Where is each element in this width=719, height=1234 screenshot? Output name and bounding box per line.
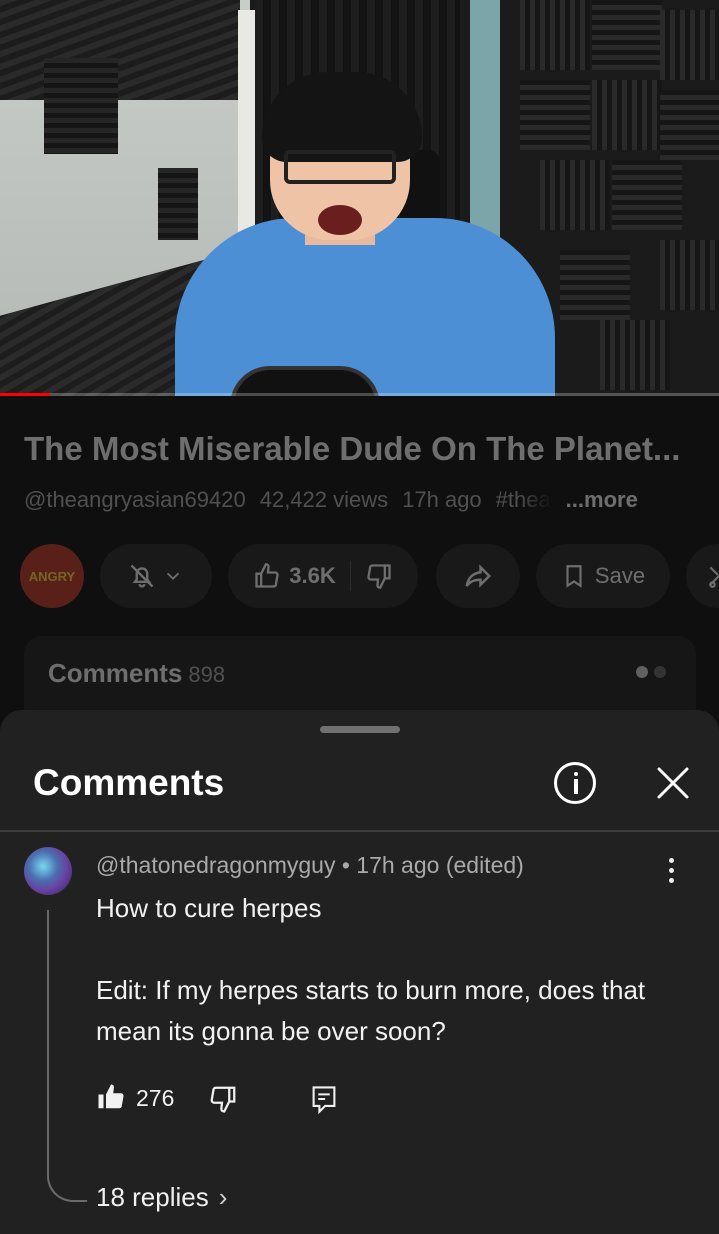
comment-header: @thatonedragonmyguy • 17h ago (edited) (96, 852, 524, 879)
comments-count: 898 (188, 662, 226, 687)
upload-age: 17h ago (402, 487, 482, 512)
channel-handle[interactable]: @theangryasian69420 (24, 487, 246, 512)
like-count: 3.6K (289, 563, 336, 588)
comment-author[interactable]: @thatonedragonmyguy (96, 852, 335, 878)
share-button[interactable] (436, 544, 520, 608)
share-icon (465, 564, 492, 588)
view-count: 42,422 views (259, 487, 389, 512)
chevron-down-icon (166, 572, 180, 581)
video-meta-row[interactable]: @theangryasian69420 42,422 views 17h ago #t… (24, 487, 652, 513)
thumbs-down-icon[interactable] (208, 1084, 238, 1114)
comment-time: 17h ago (edited) (356, 852, 524, 878)
microphone (230, 366, 380, 396)
thread-line (47, 910, 87, 1202)
save-button[interactable]: Save (536, 544, 670, 608)
sheet-drag-handle[interactable] (320, 726, 400, 733)
clip-button[interactable] (686, 544, 719, 608)
scissors-icon (709, 566, 719, 588)
commenter-avatar[interactable] (24, 847, 72, 895)
sheet-divider (0, 830, 719, 832)
video-title[interactable]: The Most Miserable Dude On The Planet... (24, 430, 714, 468)
reply-icon[interactable] (310, 1084, 338, 1114)
view-replies-link[interactable]: 18 replies › (96, 1182, 227, 1213)
subscribe-notification-button[interactable] (100, 544, 212, 608)
comment-line-1: How to cure herpes (96, 893, 322, 923)
bell-off-icon (130, 564, 154, 588)
chevron-right-icon: › (218, 1182, 228, 1212)
info-button[interactable] (554, 762, 596, 804)
thumbs-down-icon[interactable] (365, 562, 393, 590)
carousel-dot-active (636, 666, 648, 678)
comment-line-2: Edit: If my herpes starts to burn more, … (96, 975, 646, 1046)
save-label: Save (594, 563, 646, 588)
replies-label: 18 replies (96, 1182, 209, 1212)
close-icon[interactable] (650, 760, 696, 806)
like-dislike-pill[interactable]: 3.6K (228, 544, 418, 608)
bookmark-icon (566, 565, 582, 588)
comment-text: How to cure herpes Edit: If my herpes st… (96, 888, 686, 1052)
comment-like-count: 276 (136, 1085, 175, 1111)
comment-actions: 276 (96, 1080, 396, 1120)
action-row: ANGRY 3.6K Save (0, 542, 719, 610)
thumbs-up-filled-icon[interactable] (96, 1082, 126, 1112)
video-player[interactable] (0, 0, 719, 396)
comments-sheet: Comments @thatonedragonmyguy • 17h ago (… (0, 710, 719, 1234)
channel-avatar[interactable]: ANGRY (20, 544, 84, 608)
comments-teaser-label: Comments 898 (48, 658, 226, 688)
thumbs-up-icon[interactable] (253, 562, 281, 590)
comment-separator: • (341, 852, 350, 878)
hashtag[interactable]: #thea (496, 487, 552, 513)
comment-more-options-icon[interactable] (660, 856, 684, 886)
carousel-dot (654, 666, 666, 678)
sheet-title: Comments (33, 762, 225, 803)
more-link[interactable]: ...more (566, 487, 638, 512)
